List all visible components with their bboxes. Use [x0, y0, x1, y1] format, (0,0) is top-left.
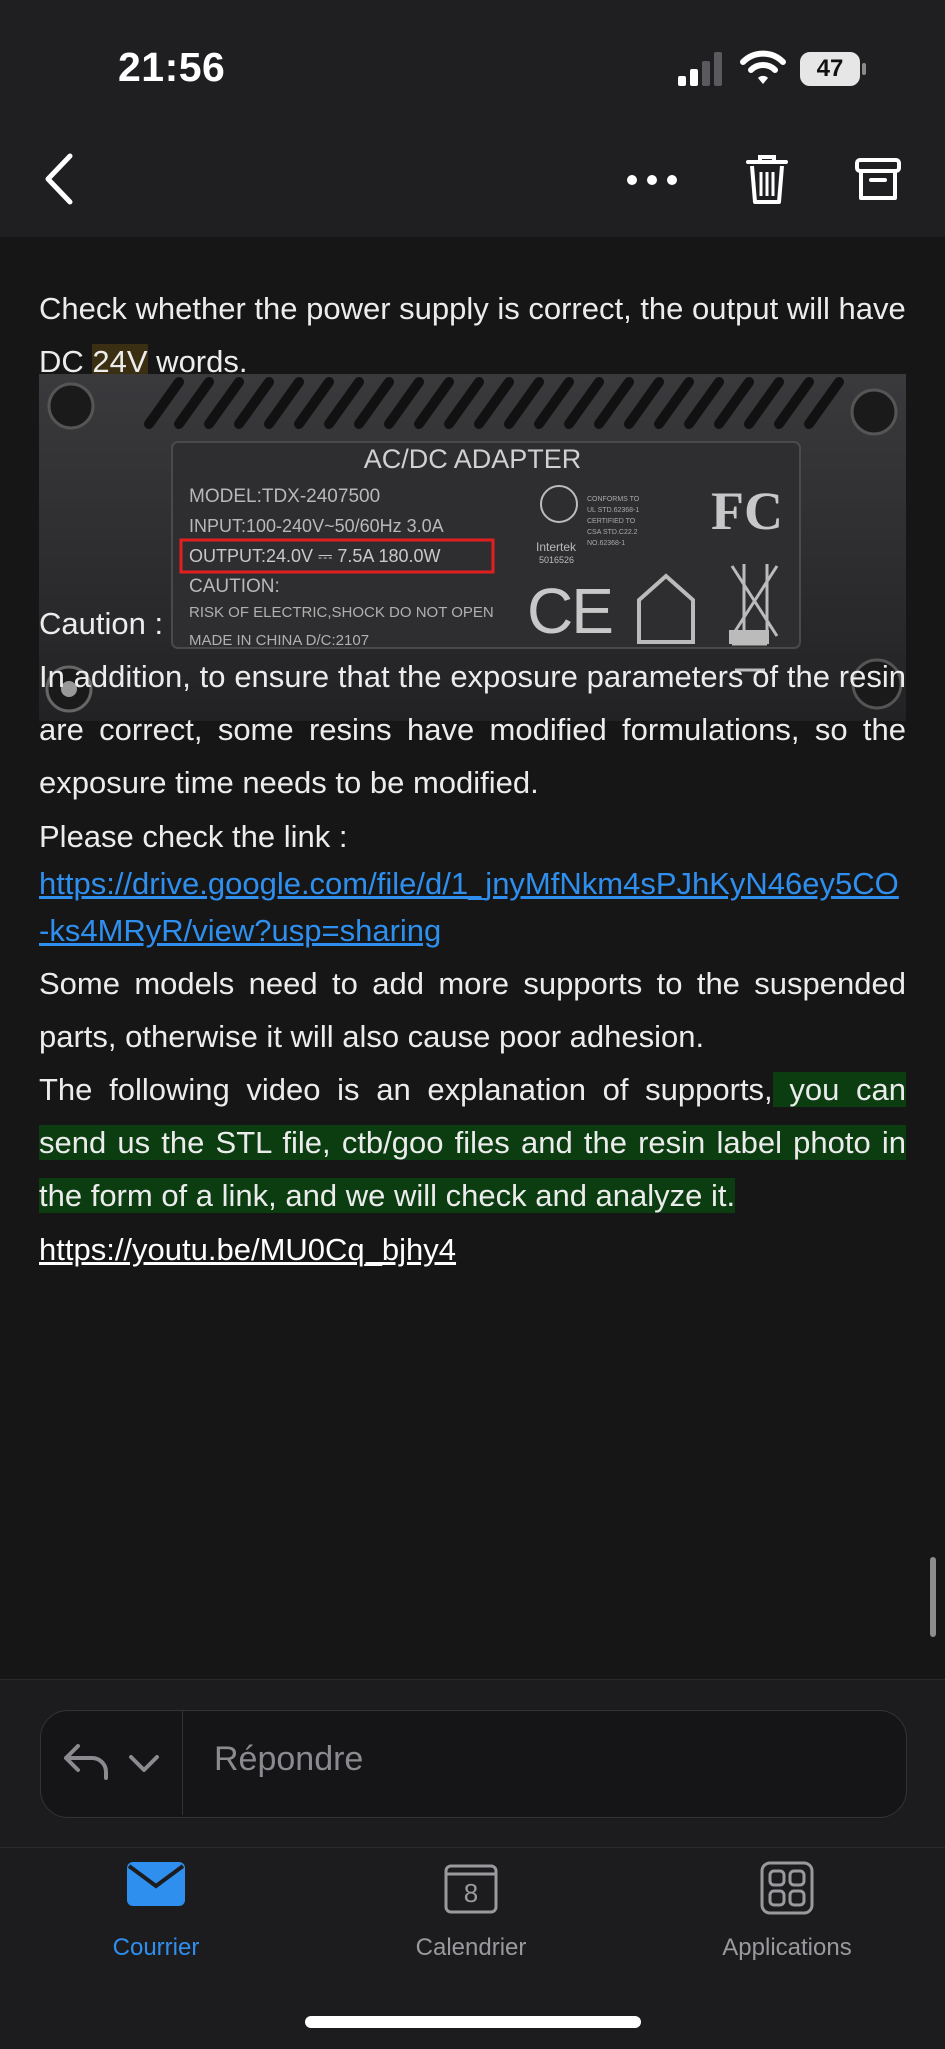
drive-link[interactable]: https://drive.google.com/file/d/1_jnyMfN…: [39, 866, 899, 948]
reply-divider: [182, 1711, 183, 1815]
apps-grid-icon: [760, 1861, 814, 1915]
intertek-label: Intertek: [536, 540, 577, 554]
cert-line: NO.62368-1: [587, 540, 626, 547]
adapter-label-title: AC/DC ADAPTER: [363, 444, 582, 474]
tab-mail[interactable]: [46, 1860, 266, 1913]
back-chevron-icon[interactable]: [44, 152, 74, 206]
caution-body: In addition, to ensure that the exposure…: [39, 659, 906, 800]
adapter-output: OUTPUT:24.0V ⎓ 7.5A 180.0W: [189, 546, 441, 566]
adapter-model: MODEL:TDX-2407500: [189, 486, 381, 507]
status-time: 21:56: [118, 44, 226, 90]
video-text: The following video is an explanation of…: [39, 1072, 773, 1107]
chevron-down-icon[interactable]: [128, 1754, 160, 1774]
reply-arrow-icon[interactable]: [62, 1742, 112, 1782]
calendar-icon: 8: [443, 1860, 499, 1916]
tab-applications[interactable]: [677, 1860, 897, 1921]
adapter-input: INPUT:100-240V~50/60Hz 3.0A: [189, 516, 444, 536]
video-paragraph: The following video is an explanation of…: [39, 1063, 906, 1222]
wifi-icon: [740, 50, 786, 84]
tab-applications-label[interactable]: Applications: [677, 1934, 897, 1962]
tab-calendar[interactable]: 8: [361, 1860, 581, 1916]
drive-link-paragraph: https://drive.google.com/file/d/1_jnyMfN…: [39, 860, 906, 954]
youtube-link-paragraph: https://youtu.be/MU0Cq_bjhy4: [39, 1223, 906, 1276]
scroll-indicator[interactable]: [930, 1557, 936, 1637]
home-indicator[interactable]: [305, 2016, 641, 2028]
nav-bar: [0, 130, 945, 237]
cellular-signal-icon: [678, 52, 722, 86]
cert-line: UL STD.62368-1: [587, 507, 640, 514]
intro-paragraph: Check whether the power supply is correc…: [39, 282, 906, 388]
check-link-label: Please check the link :: [39, 819, 348, 854]
reply-box[interactable]: [40, 1710, 907, 1818]
caution-title: Caution :: [39, 606, 164, 641]
mail-icon: [127, 1862, 185, 1906]
email-body[interactable]: Check whether the power supply is correc…: [0, 237, 945, 1679]
calendar-day: 8: [463, 1878, 479, 1908]
cert-line: CSA STD.C22.2: [587, 529, 638, 536]
supports-paragraph: Some models need to add more supports to…: [39, 966, 906, 1054]
cert-line: CERTIFIED TO: [587, 518, 636, 525]
tab-mail-label[interactable]: Courrier: [46, 1934, 266, 1962]
adapter-cert-text: CONFORMS TO UL STD.62368-1 CERTIFIED TO …: [587, 494, 639, 549]
battery-level: 47: [816, 55, 844, 82]
youtube-link[interactable]: https://youtu.be/MU0Cq_bjhy4: [39, 1232, 456, 1267]
trash-icon[interactable]: [744, 152, 790, 206]
reply-input[interactable]: Répondre: [214, 1740, 363, 1779]
fcc-logo: FC: [711, 481, 783, 541]
archive-icon[interactable]: [854, 156, 902, 204]
tab-calendar-label[interactable]: Calendrier: [361, 1934, 581, 1962]
adapter-caution: CAUTION:: [189, 576, 280, 597]
more-options-icon[interactable]: [624, 165, 680, 195]
cert-line: CONFORMS TO: [587, 496, 640, 503]
battery-icon: 47: [800, 52, 868, 86]
intertek-number: 5016526: [539, 555, 575, 565]
